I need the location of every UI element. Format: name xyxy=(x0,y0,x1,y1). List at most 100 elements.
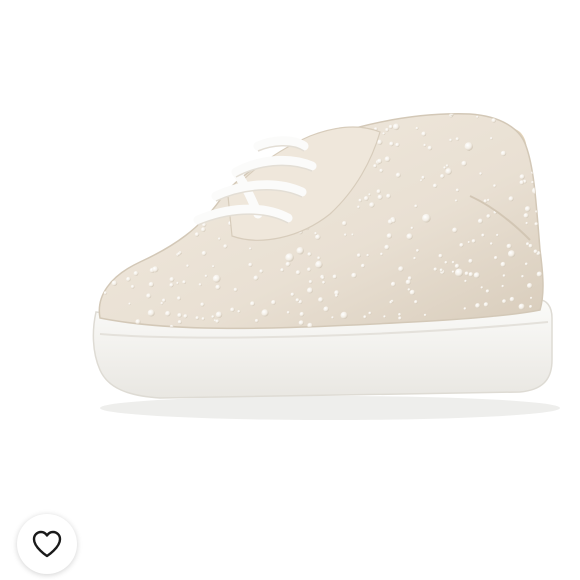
pearl xyxy=(406,233,413,240)
pearl xyxy=(538,201,543,207)
pearl xyxy=(334,294,339,298)
pearl xyxy=(139,207,144,213)
pearl xyxy=(398,316,402,320)
pearl xyxy=(198,162,203,166)
pearl xyxy=(390,281,396,287)
pearl xyxy=(233,287,238,292)
pearl xyxy=(508,196,514,202)
pearl xyxy=(351,272,357,279)
pearl xyxy=(126,276,131,282)
pearl xyxy=(405,279,411,285)
pearl xyxy=(383,315,386,318)
pearl xyxy=(398,266,404,272)
pearl xyxy=(215,319,220,324)
product-photo xyxy=(92,111,560,420)
pearl xyxy=(290,123,296,130)
pearl xyxy=(242,114,246,118)
pearl xyxy=(358,198,362,203)
pearl xyxy=(281,113,286,115)
pearl xyxy=(103,141,109,147)
pearl xyxy=(245,130,251,136)
pearl xyxy=(217,185,221,190)
pearl xyxy=(285,253,294,262)
like-button[interactable] xyxy=(17,514,77,574)
pearl xyxy=(177,313,182,318)
pearl xyxy=(226,154,230,157)
pearl xyxy=(211,159,217,165)
pearl xyxy=(388,111,390,113)
pearl xyxy=(195,316,200,320)
pearl xyxy=(529,305,533,309)
pearl xyxy=(99,234,100,240)
pearl xyxy=(115,188,122,194)
pearl xyxy=(295,298,300,302)
pearl xyxy=(395,172,401,178)
pearl xyxy=(189,194,195,199)
pearl xyxy=(249,247,252,250)
pearl xyxy=(296,247,304,255)
pearl xyxy=(377,194,383,200)
pearl xyxy=(160,145,164,149)
pearl xyxy=(454,263,460,269)
pearl xyxy=(464,142,473,151)
pearl xyxy=(479,172,483,176)
pearl xyxy=(490,242,493,246)
pearl xyxy=(271,300,276,305)
pearl xyxy=(317,256,321,260)
pearl xyxy=(218,237,221,241)
pearl xyxy=(101,149,106,154)
pearl xyxy=(114,198,119,203)
pearl xyxy=(389,141,394,147)
pearl xyxy=(423,143,427,147)
pearl xyxy=(212,274,221,283)
pearl xyxy=(438,253,443,258)
pearl xyxy=(194,232,200,237)
pearl xyxy=(132,184,135,188)
pearl xyxy=(421,131,427,137)
pearl xyxy=(204,200,208,204)
pearl xyxy=(459,243,464,248)
pearl xyxy=(93,215,97,219)
pearl xyxy=(373,164,377,168)
pearl xyxy=(119,152,123,156)
pearl xyxy=(287,123,290,127)
pearl xyxy=(102,183,106,187)
pearl xyxy=(410,113,414,115)
pearl xyxy=(407,288,411,291)
pearl xyxy=(177,320,182,324)
pearl xyxy=(163,240,167,244)
pearl xyxy=(146,150,151,154)
pearl xyxy=(449,138,453,142)
pearl xyxy=(369,202,375,208)
pearl xyxy=(215,311,223,318)
pearl xyxy=(444,261,448,264)
pearl xyxy=(382,132,386,136)
pearl xyxy=(380,252,384,256)
pearl xyxy=(174,145,180,150)
pearl xyxy=(200,302,205,307)
pearl xyxy=(318,297,324,303)
pearl xyxy=(99,151,100,154)
pearl xyxy=(271,150,276,155)
pearl xyxy=(308,280,313,284)
pearl xyxy=(454,199,458,202)
pearl xyxy=(455,188,460,192)
pearl xyxy=(115,185,121,190)
pearl xyxy=(500,261,506,267)
pearl xyxy=(119,267,123,271)
pearl xyxy=(105,231,111,237)
pearl xyxy=(295,270,301,275)
pearl xyxy=(344,233,347,237)
pearl xyxy=(386,193,391,199)
pearl xyxy=(502,274,506,278)
pearl xyxy=(440,174,445,179)
pearl xyxy=(532,147,535,151)
pearl xyxy=(264,127,269,132)
pearl xyxy=(314,232,318,235)
pearl xyxy=(521,275,524,278)
pearl xyxy=(389,300,393,304)
pearl xyxy=(531,181,534,184)
pearl xyxy=(524,262,528,266)
pearl xyxy=(413,256,417,260)
pearl xyxy=(118,164,123,169)
